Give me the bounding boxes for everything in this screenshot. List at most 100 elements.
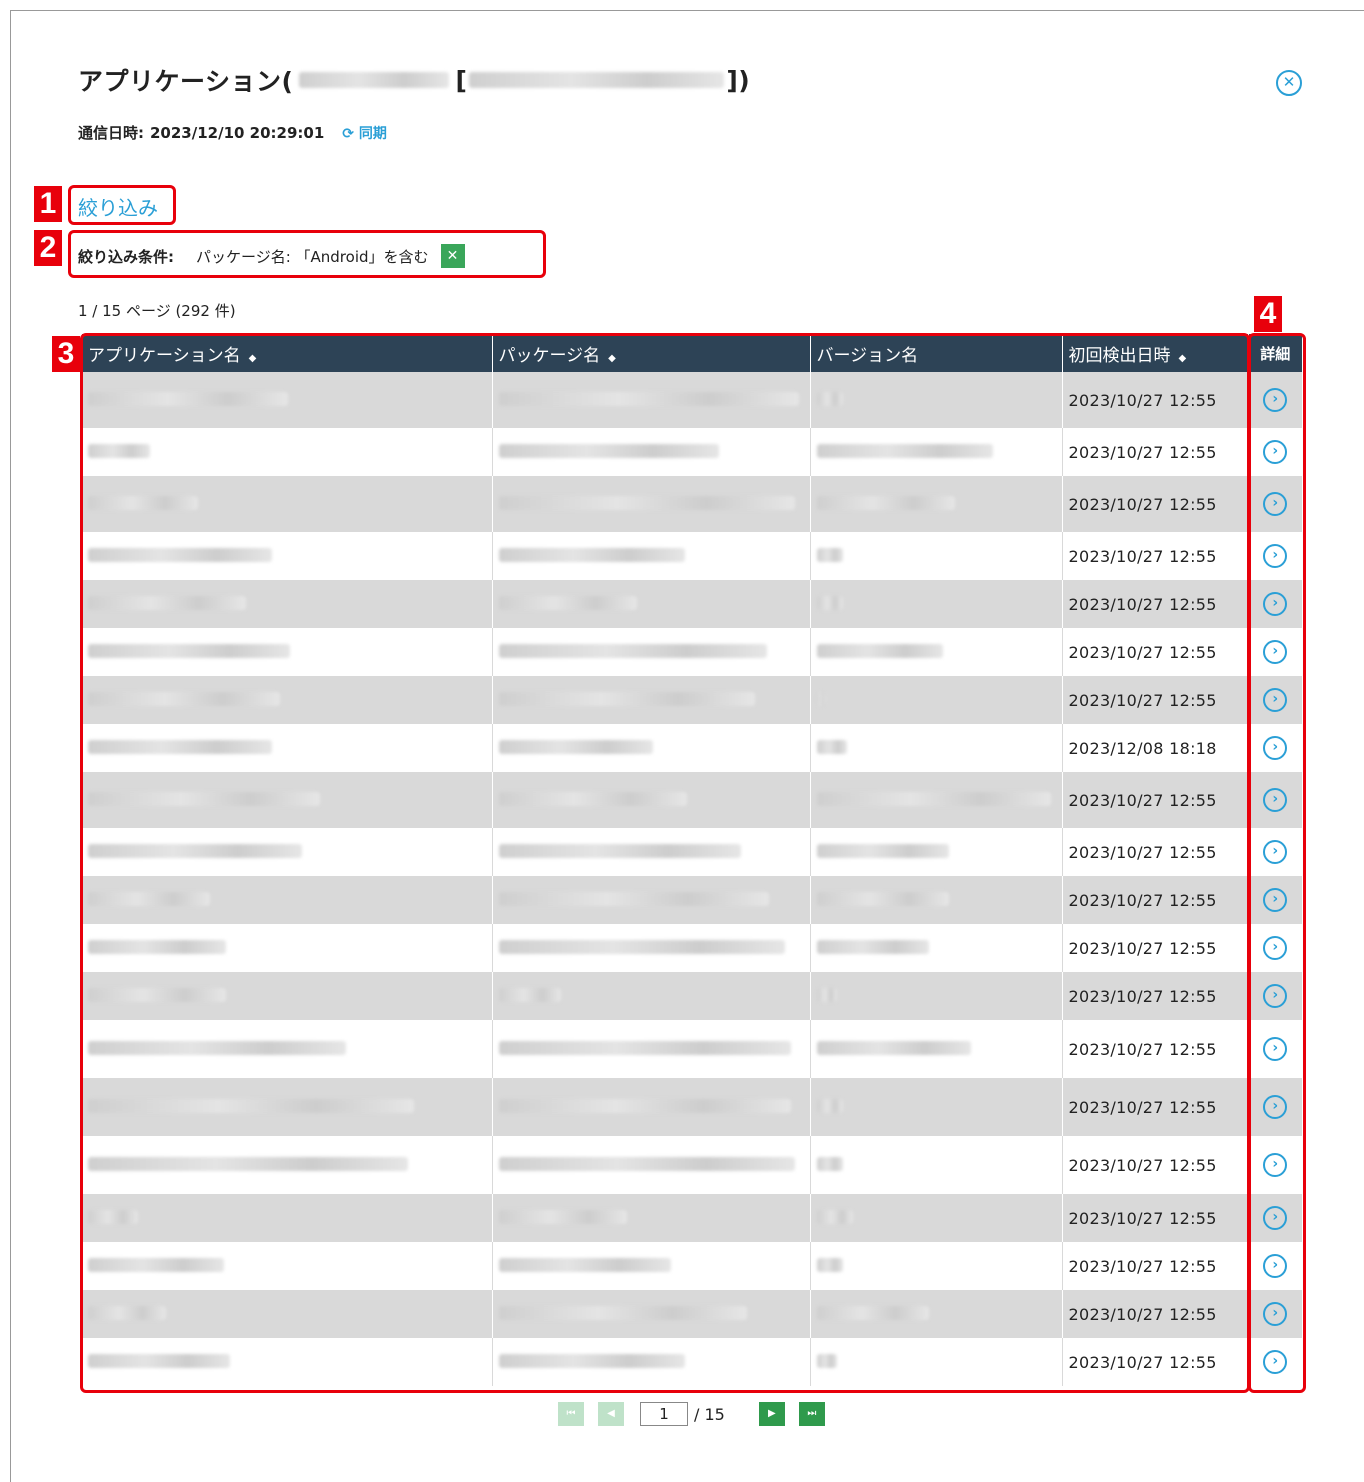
chevron-right-icon[interactable]: › xyxy=(1263,1350,1288,1374)
package-name-cell xyxy=(492,676,811,724)
chevron-right-icon[interactable]: › xyxy=(1263,592,1288,616)
table-row[interactable]: 2023/10/27 12:55 › xyxy=(82,924,1302,972)
redacted-text xyxy=(498,1257,671,1272)
chevron-right-icon[interactable]: › xyxy=(1263,888,1288,912)
table-row[interactable]: 2023/10/27 12:55 › xyxy=(82,628,1302,676)
app-name-cell xyxy=(82,924,493,972)
chevron-right-icon[interactable]: › xyxy=(1263,640,1288,664)
chevron-right-icon[interactable]: › xyxy=(1263,1206,1288,1230)
package-name-cell xyxy=(492,1290,811,1338)
version-name-cell xyxy=(810,924,1063,972)
table-row[interactable]: 2023/10/27 12:55 › xyxy=(82,972,1302,1020)
first-detected-cell: 2023/10/27 12:55 xyxy=(1062,772,1249,828)
app-name-cell xyxy=(82,1194,493,1242)
redacted-text xyxy=(498,443,719,458)
column-package-name[interactable]: パッケージ名 ◆ xyxy=(492,334,811,372)
first-detected-cell: 2023/10/27 12:55 xyxy=(1062,1338,1249,1386)
table-row[interactable]: 2023/10/27 12:55 › xyxy=(82,580,1302,628)
version-name-cell xyxy=(810,628,1063,676)
package-name-cell xyxy=(492,476,811,532)
detail-cell: › xyxy=(1248,1020,1302,1078)
redacted-text xyxy=(498,987,561,1002)
redacted-text xyxy=(816,1257,843,1272)
chevron-right-icon[interactable]: › xyxy=(1263,440,1288,464)
app-name-cell xyxy=(82,1078,493,1136)
table-row[interactable]: 2023/10/27 12:55 › xyxy=(82,1194,1302,1242)
chevron-right-icon[interactable]: › xyxy=(1263,736,1288,760)
table-row[interactable]: 2023/10/27 12:55 › xyxy=(82,1020,1302,1078)
next-page-icon[interactable]: ▶ xyxy=(758,1402,785,1426)
redacted-text xyxy=(816,691,825,706)
redacted-text xyxy=(498,1353,685,1368)
chevron-right-icon[interactable]: › xyxy=(1263,388,1288,412)
redacted-text xyxy=(816,1098,843,1113)
sync-button[interactable]: ⟳ 同期 xyxy=(342,123,387,143)
chevron-right-icon[interactable]: › xyxy=(1263,840,1288,864)
sort-icon[interactable]: ◆ xyxy=(1179,353,1187,364)
version-name-cell xyxy=(810,828,1063,876)
table-row[interactable]: 2023/10/27 12:55 › xyxy=(82,1290,1302,1338)
table-row[interactable]: 2023/10/27 12:55 › xyxy=(82,772,1302,828)
version-name-cell xyxy=(810,1338,1063,1386)
app-name-cell xyxy=(82,372,493,428)
redacted-text xyxy=(498,391,799,406)
chevron-right-icon[interactable]: › xyxy=(1263,492,1288,516)
table-row[interactable]: 2023/12/08 18:18 › xyxy=(82,724,1302,772)
chevron-right-icon[interactable]: › xyxy=(1263,544,1288,568)
app-name-cell xyxy=(82,724,493,772)
redacted-text xyxy=(88,891,210,906)
chevron-right-icon[interactable]: › xyxy=(1263,1037,1288,1061)
table-row[interactable]: 2023/10/27 12:55 › xyxy=(82,372,1302,428)
table-row[interactable]: 2023/10/27 12:55 › xyxy=(82,1078,1302,1136)
last-page-icon[interactable]: ⏭ xyxy=(798,1402,825,1426)
column-version-name-label: バージョン名 xyxy=(816,345,919,366)
redacted-text xyxy=(498,891,769,906)
first-detected-cell: 2023/10/27 12:55 xyxy=(1062,1242,1249,1290)
table-row[interactable]: 2023/10/27 12:55 › xyxy=(82,1338,1302,1386)
clear-icon[interactable]: ✕ xyxy=(440,244,465,268)
first-detected-cell: 2023/10/27 12:55 xyxy=(1062,1020,1249,1078)
page-number-input[interactable]: 1 xyxy=(640,1402,688,1426)
app-name-cell xyxy=(82,580,493,628)
prev-page-icon[interactable]: ◀ xyxy=(598,1402,624,1426)
chevron-right-icon[interactable]: › xyxy=(1263,984,1288,1008)
table-row[interactable]: 2023/10/27 12:55 › xyxy=(82,428,1302,476)
package-name-cell xyxy=(492,532,811,580)
table-row[interactable]: 2023/10/27 12:55 › xyxy=(82,876,1302,924)
table-row[interactable]: 2023/10/27 12:55 › xyxy=(82,1242,1302,1290)
redacted-text xyxy=(498,643,767,658)
chevron-right-icon[interactable]: › xyxy=(1263,788,1288,812)
column-version-name: バージョン名 xyxy=(810,334,1063,372)
app-name-cell xyxy=(82,1020,493,1078)
column-app-name[interactable]: アプリケーション名 ◆ xyxy=(82,334,493,372)
first-detected-cell: 2023/10/27 12:55 xyxy=(1062,1078,1249,1136)
table-row[interactable]: 2023/10/27 12:55 › xyxy=(82,1136,1302,1194)
redacted-text xyxy=(498,547,685,562)
sync-label: 通信日時: xyxy=(78,124,144,142)
detail-cell: › xyxy=(1248,580,1302,628)
table-row[interactable]: 2023/10/27 12:55 › xyxy=(82,828,1302,876)
package-name-cell xyxy=(492,828,811,876)
redacted-text xyxy=(88,1156,408,1171)
detail-cell: › xyxy=(1248,1136,1302,1194)
table-row[interactable]: 2023/10/27 12:55 › xyxy=(82,532,1302,580)
title-prefix: アプリケーション( xyxy=(78,67,294,96)
chevron-right-icon[interactable]: › xyxy=(1263,936,1288,960)
sort-icon[interactable]: ◆ xyxy=(249,353,257,364)
version-name-cell xyxy=(810,1290,1063,1338)
table-row[interactable]: 2023/10/27 12:55 › xyxy=(82,676,1302,724)
filter-link[interactable]: 絞り込み xyxy=(78,192,158,221)
redacted-text xyxy=(88,1305,166,1320)
table-row[interactable]: 2023/10/27 12:55 › xyxy=(82,476,1302,532)
chevron-right-icon[interactable]: › xyxy=(1263,1153,1288,1177)
column-first-detected[interactable]: 初回検出日時 ◆ xyxy=(1062,334,1249,372)
sort-icon[interactable]: ◆ xyxy=(608,353,616,364)
chevron-right-icon[interactable]: › xyxy=(1263,1095,1288,1119)
first-page-icon[interactable]: ⏮ xyxy=(558,1402,584,1426)
chevron-right-icon[interactable]: › xyxy=(1263,688,1288,712)
chevron-right-icon[interactable]: › xyxy=(1263,1254,1288,1278)
close-icon[interactable]: ✕ xyxy=(1276,70,1302,96)
version-name-cell xyxy=(810,428,1063,476)
redacted-text xyxy=(88,547,272,562)
chevron-right-icon[interactable]: › xyxy=(1263,1302,1288,1326)
